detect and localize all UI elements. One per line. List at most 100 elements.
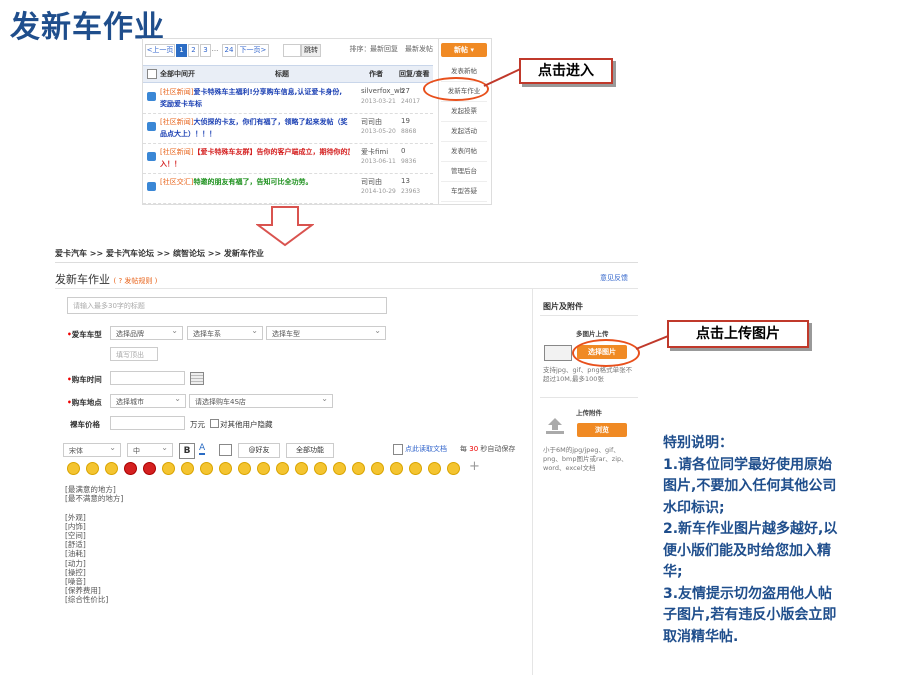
thread-title[interactable]: [社区交汇]特邀的朋友有福了，告知可比全功劳。: [160, 177, 350, 187]
new-post-button[interactable]: 新帖 ▾: [441, 43, 487, 57]
thread-title-line2[interactable]: 奖励爱卡车标: [160, 99, 350, 109]
table-row[interactable]: [社区新闻]爱卡特殊车主福利!分享购车信息,认证爱卡身份, 奖励爱卡车标 silve…: [143, 83, 433, 114]
font-select[interactable]: 宋体: [63, 441, 121, 457]
thread-author[interactable]: 司司由: [361, 117, 382, 127]
table-row[interactable]: [社区交汇]特邀的朋友有福了，告知可比全功劳。 司司由 2014-10-29 13 23…: [143, 173, 433, 204]
thread-title-line2[interactable]: 品点大上）！！！: [160, 129, 350, 139]
image-icon[interactable]: [219, 444, 232, 456]
header-title: 标题: [275, 70, 289, 78]
dropdown-item[interactable]: 管理后台: [441, 161, 487, 182]
font-color-icon[interactable]: A: [199, 443, 206, 455]
emoji-icon[interactable]: [390, 462, 403, 475]
next-page-link[interactable]: 下一页>: [237, 44, 269, 57]
price-input[interactable]: [110, 416, 185, 430]
thread-date: 2013-03-21: [361, 98, 396, 105]
emoji-icon[interactable]: [257, 462, 270, 475]
emoji-icon[interactable]: [105, 462, 118, 475]
select-all-checkbox[interactable]: [147, 69, 157, 79]
sort-latest-post[interactable]: 最新发帖: [403, 44, 435, 55]
emoji-icon[interactable]: [67, 462, 80, 475]
emoji-icon[interactable]: [124, 462, 137, 475]
feedback-link[interactable]: 意见反馈: [600, 273, 628, 283]
editor-content[interactable]: [最满意的地方] [最不满意的地方] [外观] [内饰] [空间] [舒适] [油耗] [动力…: [65, 485, 520, 604]
title-input[interactable]: 请输入最多30字的标题: [67, 297, 387, 314]
calendar-icon[interactable]: [190, 372, 204, 385]
emoji-icon[interactable]: [352, 462, 365, 475]
sort-latest-reply[interactable]: 最新回复: [369, 44, 399, 55]
bold-button[interactable]: B: [179, 443, 195, 459]
callout-click-upload: 点击上传图片: [667, 320, 809, 348]
editor-line: [舒适]: [65, 540, 86, 550]
emoji-icon[interactable]: [238, 462, 251, 475]
page-last[interactable]: 24: [222, 44, 236, 57]
read-draft-link[interactable]: 点此读取文档: [405, 444, 447, 454]
emoji-icon[interactable]: [314, 462, 327, 475]
emoji-icon[interactable]: [86, 462, 99, 475]
dropdown-item[interactable]: 发起活动: [441, 121, 487, 142]
dropdown-item[interactable]: 发表问帖: [441, 141, 487, 162]
thread-date: 2013-06-11: [361, 158, 396, 165]
mention-friend-button[interactable]: @好友: [238, 443, 280, 458]
thread-title[interactable]: [社区新闻]爱卡特殊车主福利!分享购车信息,认证爱卡身份,: [160, 87, 350, 97]
emoji-icon[interactable]: [371, 462, 384, 475]
section-title-text: 发新车作业: [55, 273, 110, 286]
editor-line: [油耗]: [65, 549, 86, 559]
browse-button[interactable]: 浏览: [577, 423, 627, 437]
table-row[interactable]: [社区新闻]【爱卡特殊车友群】告你的客户端成立，期待你的加 入！！ 爱卡fimi 20…: [143, 143, 433, 174]
thread-icon: [147, 182, 156, 191]
post-rules-link[interactable]: ( ? 发帖规则 ): [114, 277, 158, 285]
dealer-select[interactable]: 请选择购车4S店: [189, 392, 333, 408]
page-jump-input[interactable]: [283, 44, 301, 57]
model-select[interactable]: 选择车型: [266, 324, 386, 340]
thread-replies: 27: [401, 87, 410, 95]
breadcrumb: 爱卡汽车 >> 爱卡汽车论坛 >> 缤智论坛 >> 发新车作业: [55, 249, 264, 258]
table-row[interactable]: [社区新闻]大侦探的卡友，你们有福了，领略了起来发帖（奖 品点大上）！！！ 司司由 2…: [143, 113, 433, 144]
new-post-dropdown: 新帖 ▾ 发表新帖 发新车作业 发起投票 发起活动 发表问帖 管理后台 车型答疑: [438, 39, 491, 204]
size-select[interactable]: 中: [127, 441, 173, 457]
editor-line: [内饰]: [65, 521, 86, 531]
emoji-icon[interactable]: [276, 462, 289, 475]
emoji-icon[interactable]: [333, 462, 346, 475]
date-input[interactable]: [110, 371, 185, 385]
thread-author[interactable]: 爱卡fimi: [361, 147, 388, 157]
page-3[interactable]: 3: [200, 44, 211, 57]
page-2[interactable]: 2: [188, 44, 199, 57]
editor-line: [噪音]: [65, 576, 86, 586]
emoji-icon[interactable]: [447, 462, 460, 475]
date-label: •购车时间: [67, 375, 102, 384]
thread-icon: [147, 92, 156, 101]
series-select[interactable]: 选择车系: [187, 324, 263, 340]
brand-select[interactable]: 选择品牌: [110, 324, 183, 340]
emoji-icon[interactable]: [181, 462, 194, 475]
jump-button[interactable]: 跳转: [301, 44, 321, 57]
city-select[interactable]: 选择城市: [110, 392, 186, 408]
thread-author[interactable]: 司司由: [361, 177, 382, 187]
more-emoji-icon[interactable]: +: [469, 459, 480, 474]
emoji-icon[interactable]: [219, 462, 232, 475]
thread-title-line2[interactable]: 入！！: [160, 159, 350, 169]
emoji-icon[interactable]: [295, 462, 308, 475]
highlight-oval-select-image: [572, 339, 640, 367]
thread-views: 23963: [401, 188, 421, 195]
emoji-icon[interactable]: [409, 462, 422, 475]
thread-title[interactable]: [社区新闻]大侦探的卡友，你们有福了，领略了起来发帖（奖: [160, 117, 350, 127]
header-all: 全部中间开: [160, 70, 195, 78]
custom-model-input[interactable]: 填写顶出: [110, 347, 158, 361]
prev-page-link[interactable]: <上一页: [145, 44, 175, 57]
thread-author[interactable]: silverfox_wb: [361, 87, 404, 95]
dropdown-item[interactable]: 车型答疑: [441, 181, 487, 202]
thread-title[interactable]: [社区新闻]【爱卡特殊车友群】告你的客户端成立，期待你的加: [160, 147, 350, 157]
divider: [55, 262, 638, 263]
thread-icon: [147, 122, 156, 131]
emoji-icon[interactable]: [143, 462, 156, 475]
special-note-line: 子图片,若有违反小版会立即: [663, 607, 837, 623]
thread-replies: 19: [401, 117, 410, 125]
emoji-icon[interactable]: [162, 462, 175, 475]
emoji-icon[interactable]: [428, 462, 441, 475]
hide-price-checkbox[interactable]: [210, 419, 219, 428]
page-1[interactable]: 1: [176, 44, 187, 57]
dropdown-item[interactable]: 发起投票: [441, 101, 487, 122]
emoji-icon[interactable]: [200, 462, 213, 475]
all-functions-button[interactable]: 全部功能: [286, 443, 334, 458]
upload-icon: [546, 418, 564, 434]
